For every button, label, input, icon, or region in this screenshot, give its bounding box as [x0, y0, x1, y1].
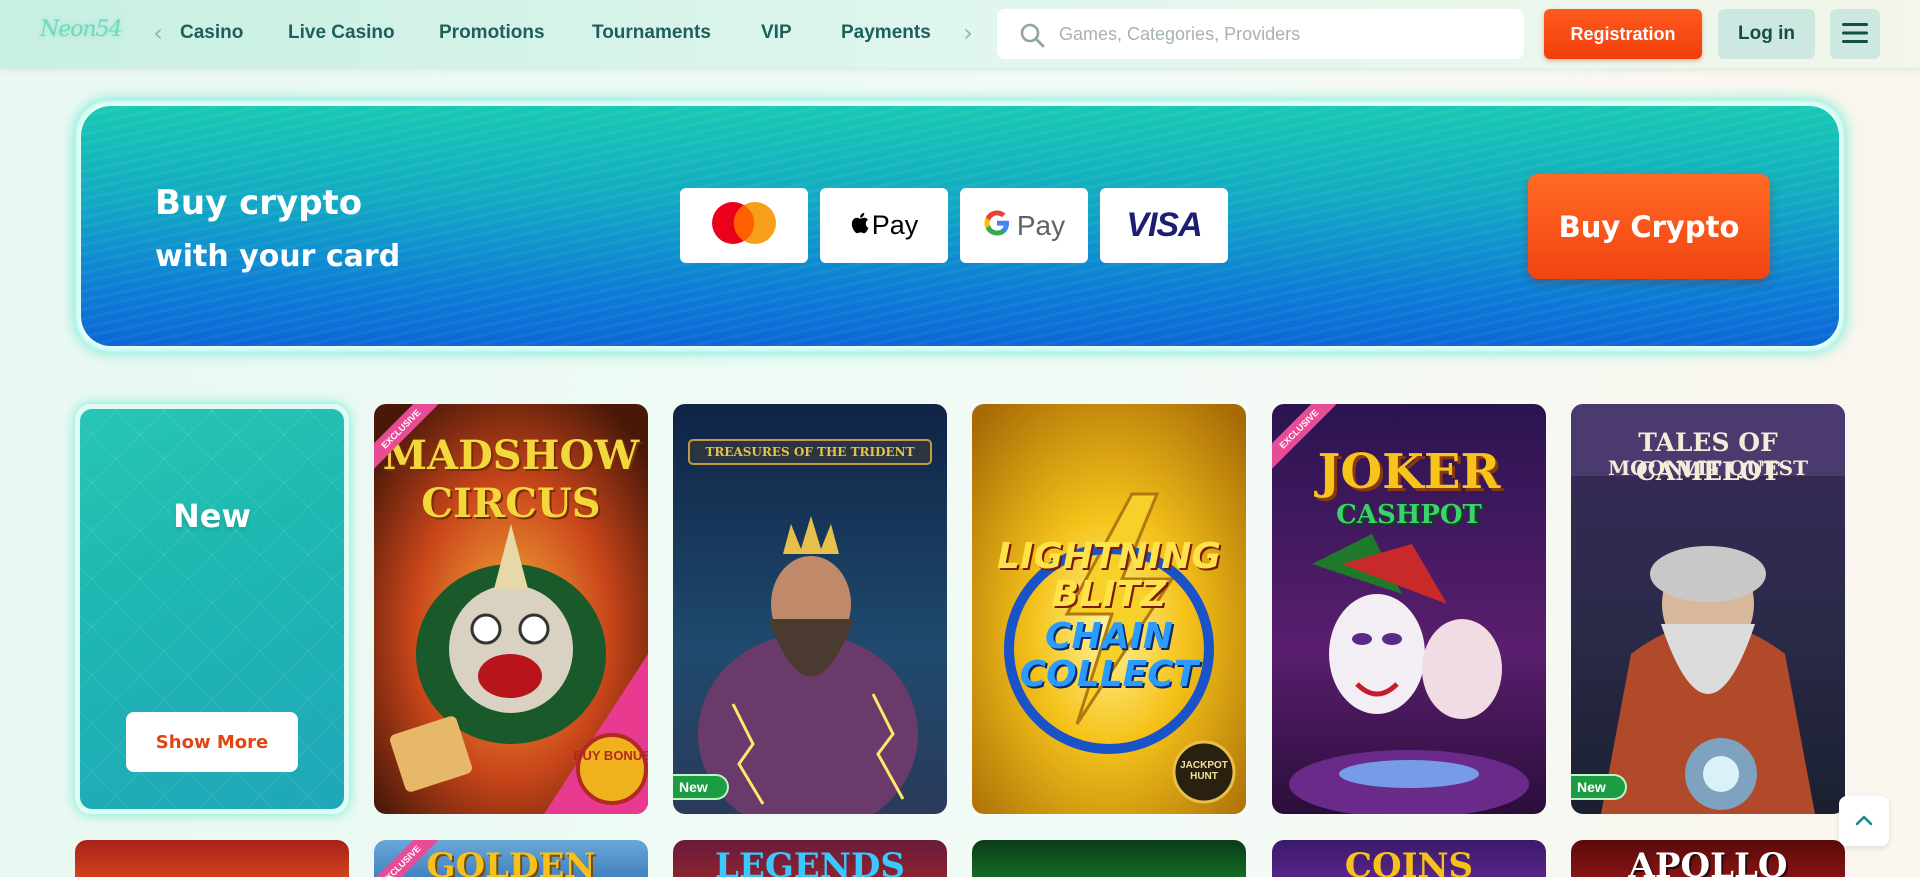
show-more-button[interactable]: Show More: [126, 712, 298, 772]
nav-item-vip[interactable]: VIP: [761, 20, 792, 46]
game-card-treasures-of-the-trident[interactable]: TREASURES OF THE TRIDENT New: [673, 404, 947, 814]
game-title-line3: CHAIN: [1045, 616, 1173, 657]
google-g-icon: [983, 209, 1011, 242]
game-card-joker-cashpot[interactable]: JOKER CASHPOT EXCLUSIVE: [1272, 404, 1546, 814]
game-card-row2-apollo[interactable]: APOLLO: [1571, 840, 1845, 877]
buy-crypto-banner: Buy crypto with your card Pay Pay VISA B…: [75, 100, 1845, 352]
new-badge: New: [1571, 774, 1627, 800]
apple-icon: [850, 211, 870, 240]
game-title: TREASURES OF THE TRIDENT: [705, 445, 915, 459]
site-logo[interactable]: Neon54: [40, 17, 123, 49]
game-title-line4: COLLECT: [1019, 654, 1199, 695]
game-card-row2-legends[interactable]: LEGENDS: [673, 840, 947, 877]
search-icon: [1019, 22, 1045, 48]
login-button[interactable]: Log in: [1718, 9, 1815, 59]
game-title-line1: MADSHOW: [382, 432, 640, 479]
search-input[interactable]: [1059, 21, 1499, 47]
game-title: LEGENDS: [715, 846, 905, 877]
nav-item-promotions[interactable]: Promotions: [439, 20, 545, 46]
game-title-line2: BLITZ: [1051, 574, 1167, 615]
game-card-row2-4[interactable]: [972, 840, 1246, 877]
buy-crypto-button[interactable]: Buy Crypto: [1528, 174, 1770, 279]
treasures-trident-artwork: [673, 404, 947, 814]
nav-item-tournaments[interactable]: Tournaments: [592, 20, 711, 46]
nav-item-casino[interactable]: Casino: [180, 20, 243, 46]
nav-scroll-left-icon[interactable]: ‹: [148, 20, 168, 46]
game-title-line1: JOKER: [1317, 444, 1501, 500]
new-badge: New: [673, 774, 729, 800]
game-card-madshow-circus[interactable]: MADSHOW CIRCUS BUY BONUS EXCLUSIVE: [374, 404, 648, 814]
game-card-lightning-blitz-chain-collect[interactable]: LIGHTNING BLITZ CHAIN COLLECT JACKPOT HU…: [972, 404, 1246, 814]
hamburger-icon: [1841, 21, 1869, 48]
apple-pay-card: Pay: [820, 188, 948, 263]
game-card-row2-coins[interactable]: COINS: [1272, 840, 1546, 877]
game-title-line2: MOONLIT QUEST: [1608, 456, 1808, 480]
google-pay-label: Pay: [1016, 209, 1066, 241]
registration-button[interactable]: Registration: [1544, 9, 1702, 59]
banner-background: Buy crypto with your card Pay Pay VISA B…: [81, 106, 1839, 346]
nav-item-live-casino[interactable]: Live Casino: [288, 20, 395, 46]
mastercard-card: [680, 188, 808, 263]
new-category-label: New: [172, 497, 252, 535]
game-title-line1: LIGHTNING: [997, 536, 1221, 577]
new-games-category-tile[interactable]: New Show More: [75, 404, 349, 814]
search-box[interactable]: [997, 9, 1524, 59]
jackpot-hunt-badge: JACKPOT HUNT: [1180, 760, 1228, 782]
game-title: COINS: [1344, 846, 1474, 877]
game-card-tales-of-camelot[interactable]: TALES OF CAMELOT MOONLIT QUEST New: [1571, 404, 1845, 814]
game-title-line2: CASHPOT: [1336, 500, 1482, 530]
game-card-row2-golden[interactable]: GOLDEN EXCLUSIVE: [374, 840, 648, 877]
visa-logo: VISA: [1126, 206, 1202, 244]
nav-item-payments[interactable]: Payments: [841, 20, 931, 46]
scroll-to-top-button[interactable]: [1839, 796, 1889, 846]
banner-title-line1: Buy crypto: [155, 183, 363, 223]
game-title-line2: CIRCUS: [421, 480, 601, 527]
mastercard-icon: [706, 199, 782, 252]
buy-bonus-badge: BUY BONUS: [573, 748, 648, 763]
chevron-up-icon: [1854, 813, 1874, 830]
game-card-row2-1[interactable]: [75, 840, 349, 877]
apple-pay-label: Pay: [871, 210, 919, 240]
new-tile-background: New Show More: [80, 409, 344, 809]
hamburger-menu-button[interactable]: [1830, 9, 1880, 59]
top-navbar: Neon54 ‹ Casino Live Casino Promotions T…: [0, 0, 1920, 68]
google-pay-card: Pay: [960, 188, 1088, 263]
game-title: APOLLO: [1628, 846, 1788, 877]
banner-title-line2: with your card: [155, 239, 401, 274]
visa-card: VISA: [1100, 188, 1228, 263]
banner-title: Buy crypto with your card: [155, 176, 495, 284]
nav-scroll-right-icon[interactable]: ›: [958, 20, 978, 46]
